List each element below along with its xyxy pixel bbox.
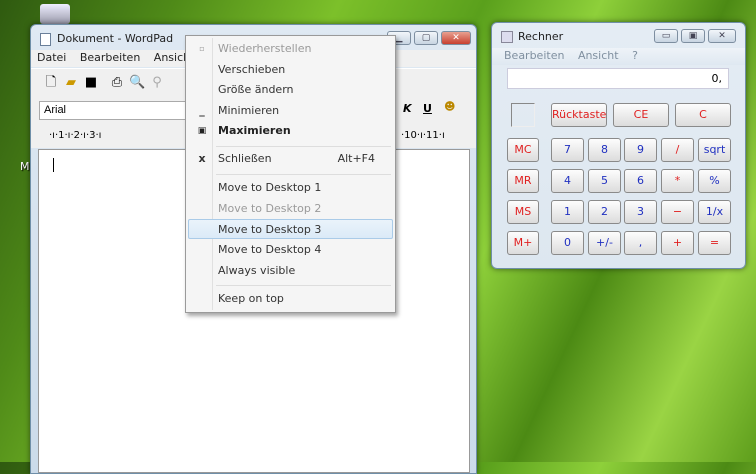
find-icon[interactable]: ⚲	[149, 75, 165, 91]
memory-button-mc[interactable]: MC	[507, 138, 539, 162]
open-folder-icon[interactable]: ▰	[63, 75, 79, 91]
memory-button-mr[interactable]: MR	[507, 169, 539, 193]
menu-item-desktop-3[interactable]: Move to Desktop 3	[188, 219, 393, 239]
recycle-bin-icon[interactable]	[40, 4, 70, 24]
calc-minimize-button[interactable]: ▭	[654, 29, 678, 43]
calc-key-button[interactable]: ,	[624, 231, 657, 255]
menu-item-close[interactable]: x Schließen Alt+F4	[188, 149, 393, 169]
calc-key-button[interactable]: +/-	[588, 231, 621, 255]
calculator-display: 0,	[507, 68, 729, 89]
clear-entry-button[interactable]: CE	[613, 103, 669, 127]
menu-item-keep-on-top[interactable]: Keep on top	[188, 289, 393, 309]
calc-key-button[interactable]: 3	[624, 200, 657, 224]
calc-key-button[interactable]: 9	[624, 138, 657, 162]
underline-button[interactable]: U	[423, 102, 432, 115]
menu-item-restore[interactable]: ▫ Wiederherstellen	[188, 39, 393, 59]
menu-item-desktop-4[interactable]: Move to Desktop 4	[188, 240, 393, 260]
wordpad-app-icon	[40, 33, 51, 46]
memory-button-mplus[interactable]: M+	[507, 231, 539, 255]
calc-menu-bearbeiten[interactable]: Bearbeiten	[504, 49, 564, 62]
menu-bearbeiten[interactable]: Bearbeiten	[80, 51, 140, 64]
menu-item-move[interactable]: Verschieben	[188, 60, 393, 80]
calc-menu-help[interactable]: ?	[632, 49, 638, 62]
calc-key-button[interactable]: %	[698, 169, 731, 193]
calc-key-button[interactable]: −	[661, 200, 694, 224]
restore-icon: ▫	[199, 44, 205, 53]
calc-key-button[interactable]: 7	[551, 138, 584, 162]
calculator-title: Rechner	[518, 30, 564, 43]
close-shortcut: Alt+F4	[337, 152, 375, 165]
calc-key-button[interactable]: 5	[588, 169, 621, 193]
calc-key-button[interactable]: =	[698, 231, 731, 255]
clear-button[interactable]: C	[675, 103, 731, 127]
calc-key-button[interactable]: +	[661, 231, 694, 255]
menu-item-desktop-2[interactable]: Move to Desktop 2	[188, 199, 393, 219]
calc-close-button[interactable]: ✕	[708, 29, 736, 43]
backspace-button[interactable]: Rücktaste	[551, 103, 607, 127]
text-cursor	[53, 158, 54, 172]
calc-key-button[interactable]: /	[661, 138, 694, 162]
menu-item-desktop-1[interactable]: Move to Desktop 1	[188, 178, 393, 198]
window-context-menu: ▫ Wiederherstellen Verschieben Größe ände…	[185, 35, 396, 313]
calculator-menubar: Bearbeiten Ansicht ?	[492, 48, 745, 65]
calculator-window: Rechner ▭ ▣ ✕ Bearbeiten Ansicht ? 0, Rü…	[491, 22, 746, 269]
memory-button-ms[interactable]: MS	[507, 200, 539, 224]
menu-datei[interactable]: Datei	[37, 51, 66, 64]
save-icon[interactable]: ■	[83, 75, 99, 91]
memory-indicator	[511, 103, 535, 127]
menu-item-always-visible[interactable]: Always visible	[188, 261, 393, 281]
minimize-icon: _	[199, 104, 205, 117]
new-document-icon[interactable]: 🗋	[43, 75, 59, 91]
calc-key-button[interactable]: *	[661, 169, 694, 193]
calc-key-button[interactable]: sqrt	[698, 138, 731, 162]
calc-maximize-button[interactable]: ▣	[681, 29, 705, 43]
print-preview-icon[interactable]: 🔍	[129, 75, 145, 91]
calc-menu-ansicht[interactable]: Ansicht	[578, 49, 619, 62]
calc-key-button[interactable]: 1/x	[698, 200, 731, 224]
menu-item-minimize[interactable]: _ Minimieren	[188, 101, 393, 121]
desktop-icon-label[interactable]: M	[20, 160, 30, 173]
menu-item-resize[interactable]: Größe ändern	[188, 80, 393, 100]
calc-key-button[interactable]: 8	[588, 138, 621, 162]
wordpad-title: Dokument - WordPad	[57, 32, 174, 45]
calc-key-button[interactable]: 4	[551, 169, 584, 193]
maximize-button[interactable]: ▢	[414, 31, 438, 45]
maximize-icon: ▣	[197, 126, 207, 136]
italic-button[interactable]: K	[403, 102, 412, 115]
menu-item-maximize[interactable]: ▣ Maximieren	[188, 121, 393, 141]
close-icon: x	[198, 152, 206, 165]
calc-key-button[interactable]: 1	[551, 200, 584, 224]
calc-key-button[interactable]: 6	[624, 169, 657, 193]
font-select[interactable]: Arial	[39, 101, 189, 120]
calculator-app-icon	[501, 31, 513, 43]
calc-key-button[interactable]: 2	[588, 200, 621, 224]
color-icon[interactable]: ☻	[444, 100, 455, 113]
calc-key-button[interactable]: 0	[551, 231, 584, 255]
close-button[interactable]: ✕	[441, 31, 471, 45]
print-icon[interactable]: ⎙	[109, 75, 125, 91]
